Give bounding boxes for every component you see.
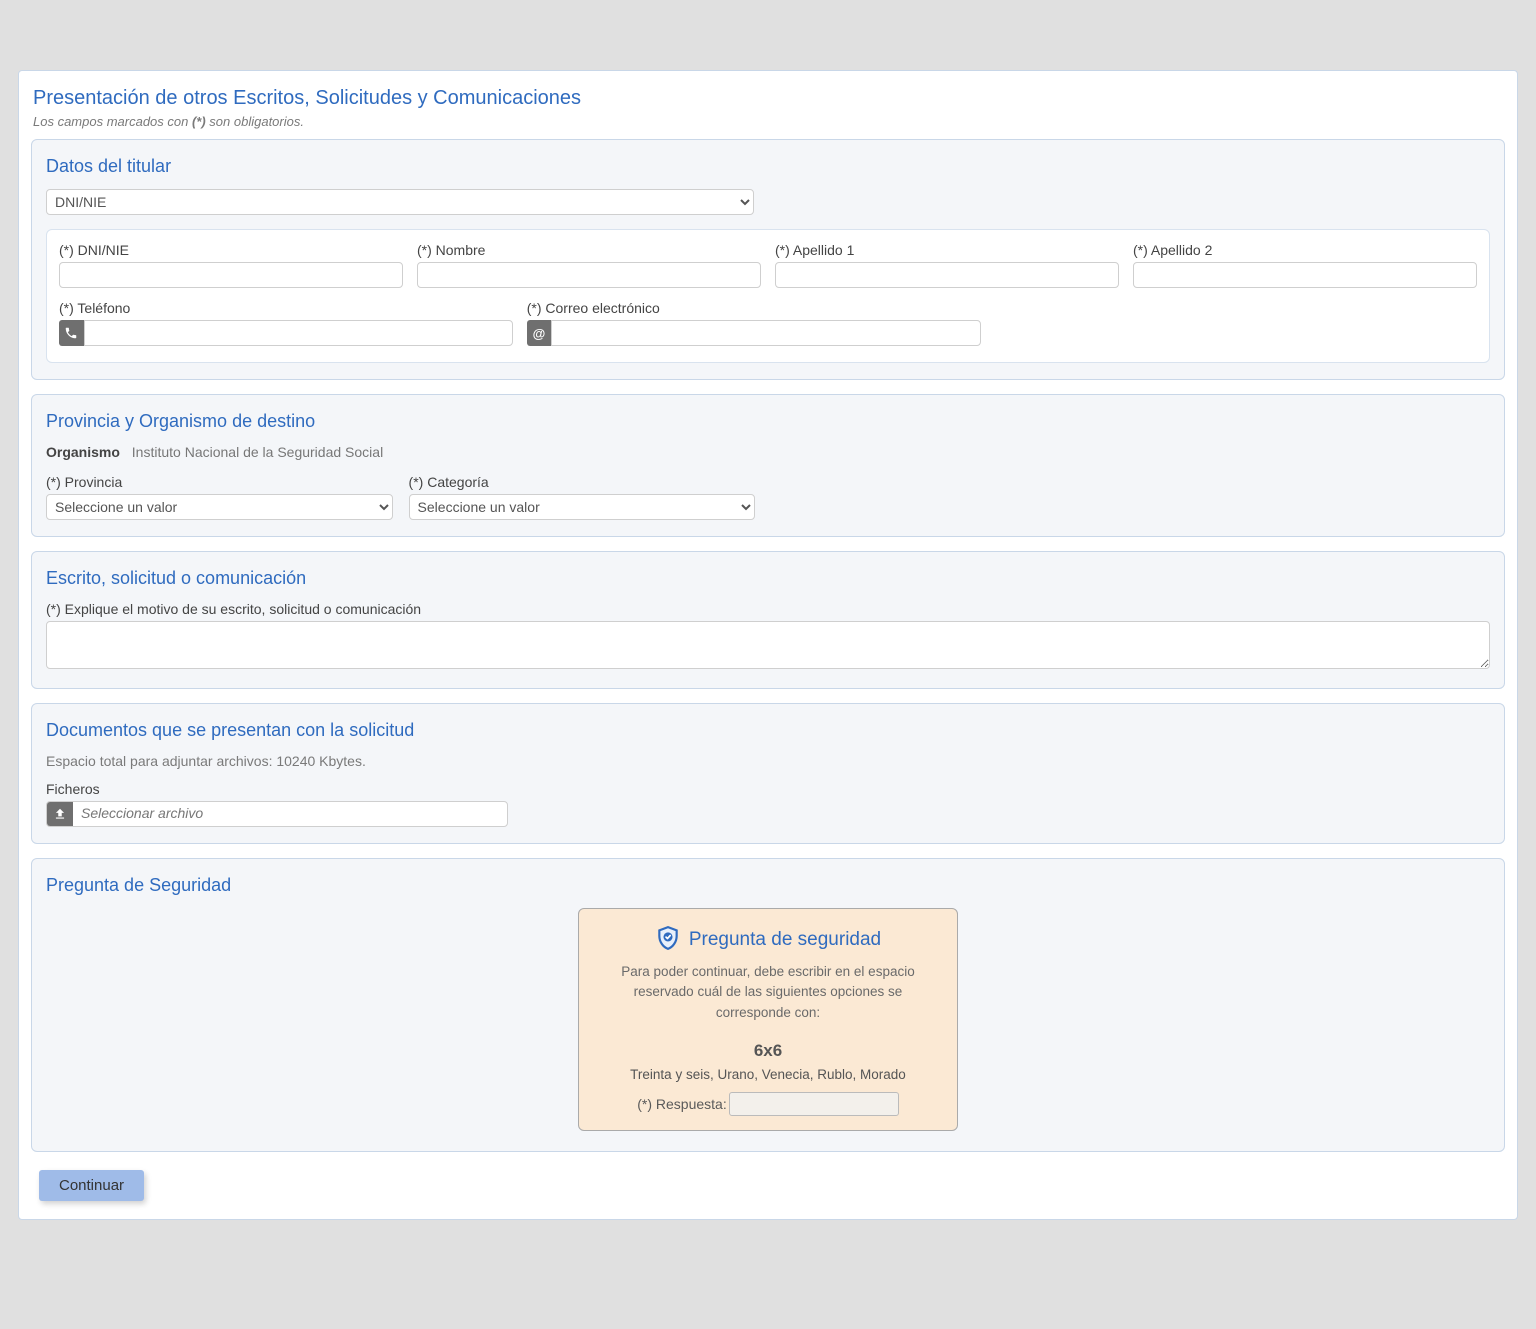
security-card: Pregunta de seguridad Para poder continu… <box>578 908 958 1131</box>
phone-icon <box>59 320 84 346</box>
page-title: Presentación de otros Escritos, Solicitu… <box>33 87 1505 110</box>
at-icon: @ <box>527 320 552 346</box>
email-input[interactable] <box>551 320 980 346</box>
dni-label: (*) DNI/NIE <box>59 242 403 258</box>
form-page: Presentación de otros Escritos, Solicitu… <box>18 70 1518 1220</box>
panel-title-escrito: Escrito, solicitud o comunicación <box>46 568 1490 589</box>
panel-escrito: Escrito, solicitud o comunicación (*) Ex… <box>31 551 1505 689</box>
organismo-label: Organismo <box>46 444 120 460</box>
provincia-label: (*) Provincia <box>46 474 393 490</box>
documentos-espacio: Espacio total para adjuntar archivos: 10… <box>46 753 1490 769</box>
apellido2-input[interactable] <box>1133 262 1477 288</box>
id-type-select[interactable]: DNI/NIE <box>46 189 754 215</box>
organismo-line: Organismo Instituto Nacional de la Segur… <box>46 444 1490 460</box>
ficheros-label: Ficheros <box>46 781 1490 797</box>
apellido1-label: (*) Apellido 1 <box>775 242 1119 258</box>
panel-title-documentos: Documentos que se presentan con la solic… <box>46 720 1490 741</box>
panel-datos-titular: Datos del titular DNI/NIE (*) DNI/NIE (*… <box>31 139 1505 380</box>
panel-title-seguridad: Pregunta de Seguridad <box>46 875 1490 896</box>
motivo-textarea[interactable] <box>46 621 1490 669</box>
panel-destino: Provincia y Organismo de destino Organis… <box>31 394 1505 537</box>
nombre-label: (*) Nombre <box>417 242 761 258</box>
panel-documentos: Documentos que se presentan con la solic… <box>31 703 1505 844</box>
panel-seguridad: Pregunta de Seguridad Pregunta de seguri… <box>31 858 1505 1152</box>
shield-icon <box>655 925 681 954</box>
security-answer-label: (*) Respuesta: <box>637 1096 726 1112</box>
nombre-input[interactable] <box>417 262 761 288</box>
security-description: Para poder continuar, debe escribir en e… <box>595 962 941 1023</box>
security-options: Treinta y seis, Urano, Venecia, Rublo, M… <box>595 1067 941 1082</box>
security-card-title: Pregunta de seguridad <box>689 929 881 951</box>
upload-icon <box>47 802 73 826</box>
panel-title-titular: Datos del titular <box>46 156 1490 177</box>
telefono-input[interactable] <box>84 320 513 346</box>
panel-title-destino: Provincia y Organismo de destino <box>46 411 1490 432</box>
dni-input[interactable] <box>59 262 403 288</box>
file-placeholder-text: Seleccionar archivo <box>73 802 507 826</box>
titular-inner-box: (*) DNI/NIE (*) Nombre (*) Apellido 1 (*… <box>46 229 1490 363</box>
apellido1-input[interactable] <box>775 262 1119 288</box>
categoria-select[interactable]: Seleccione un valor <box>409 494 756 520</box>
motivo-label: (*) Explique el motivo de su escrito, so… <box>46 601 1490 617</box>
organismo-value: Instituto Nacional de la Seguridad Socia… <box>132 444 383 460</box>
categoria-label: (*) Categoría <box>409 474 756 490</box>
telefono-label: (*) Teléfono <box>59 300 513 316</box>
security-question: 6x6 <box>595 1041 941 1061</box>
continue-button[interactable]: Continuar <box>39 1170 144 1201</box>
file-picker[interactable]: Seleccionar archivo <box>46 801 508 827</box>
email-label: (*) Correo electrónico <box>527 300 981 316</box>
page-subtitle: Los campos marcados con (*) son obligato… <box>33 114 1505 129</box>
provincia-select[interactable]: Seleccione un valor <box>46 494 393 520</box>
security-answer-input[interactable] <box>729 1092 899 1116</box>
apellido2-label: (*) Apellido 2 <box>1133 242 1477 258</box>
